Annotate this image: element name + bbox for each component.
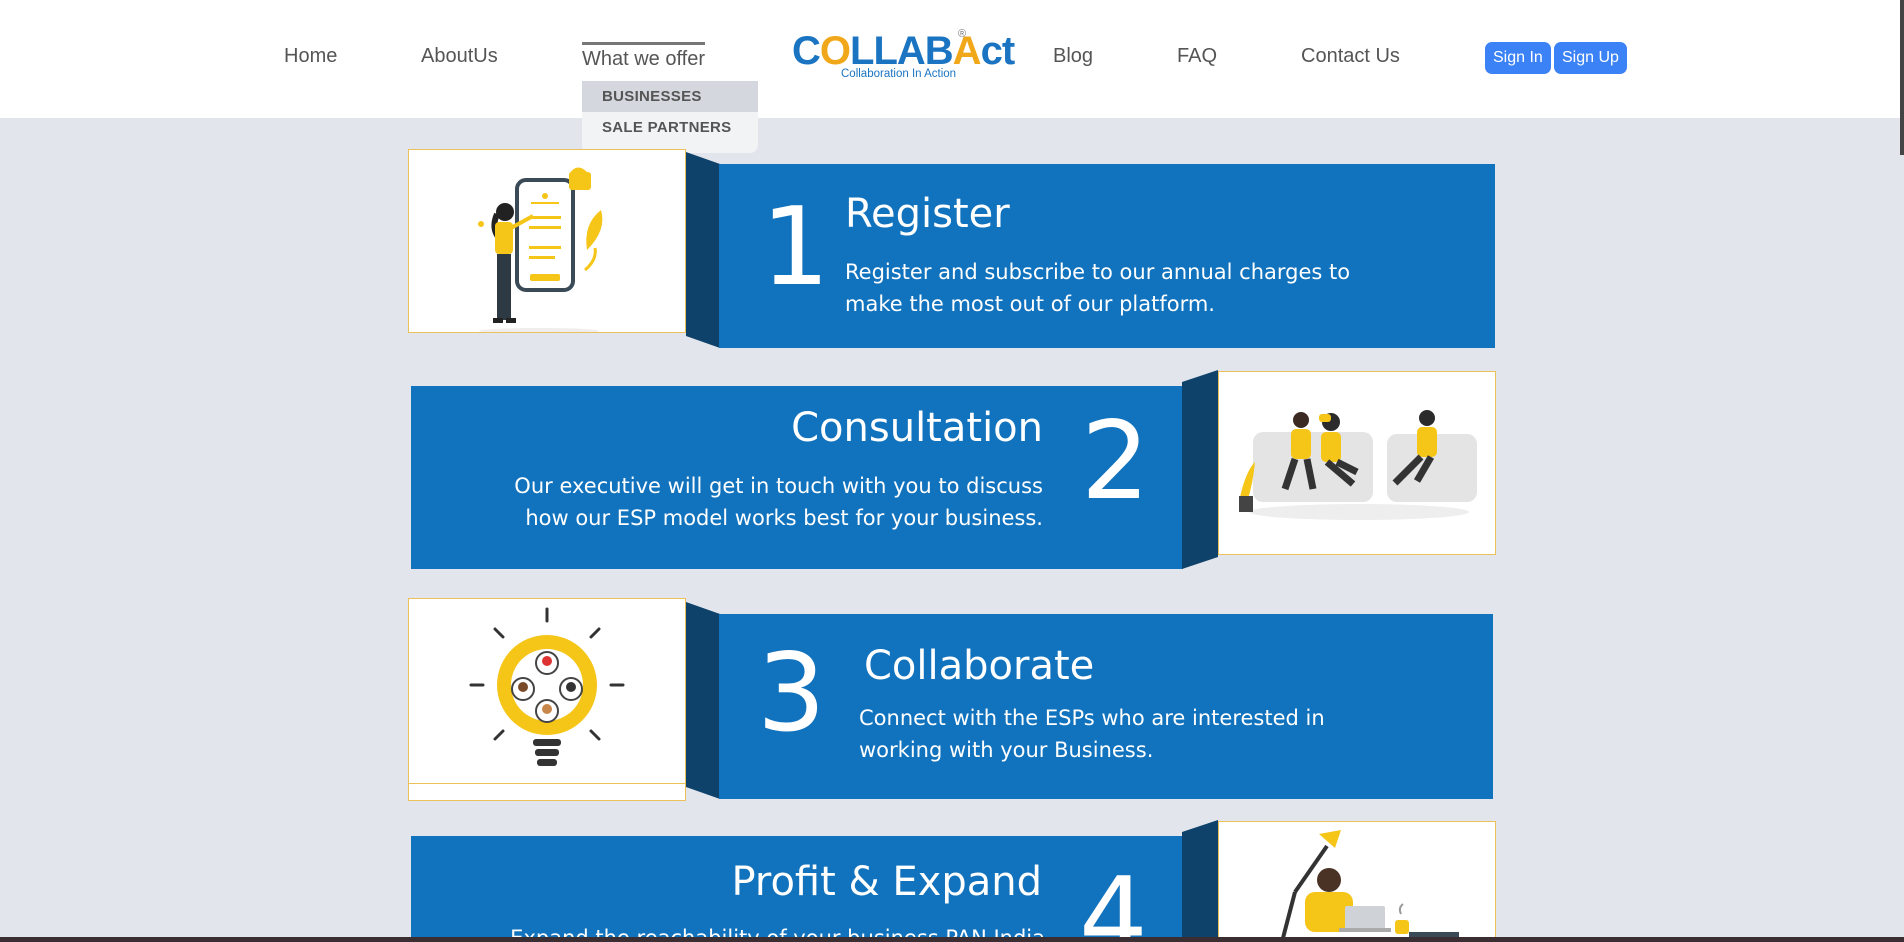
what-we-offer-dropdown: BUSINESSES SALE PARTNERS bbox=[582, 81, 758, 153]
sign-in-button[interactable]: Sign In bbox=[1485, 42, 1551, 74]
step2-band: Consultation Our executive will get in t… bbox=[411, 386, 1183, 569]
nav-about-us[interactable]: AboutUs bbox=[421, 45, 498, 68]
lightbulb-team-icon bbox=[469, 607, 625, 766]
step3-band: 3 Collaborate Connect with the ESPs who … bbox=[719, 614, 1493, 799]
step1-number: 1 bbox=[761, 185, 830, 310]
collaborate-illustration bbox=[408, 598, 686, 801]
step2-number: 2 bbox=[1081, 399, 1150, 524]
step4-number: 4 bbox=[1079, 855, 1148, 938]
register-illustration bbox=[408, 149, 686, 333]
logo-tagline: Collaboration In Action bbox=[841, 68, 957, 80]
sign-up-button[interactable]: Sign Up bbox=[1554, 42, 1627, 74]
dropdown-item-sale-partners[interactable]: SALE PARTNERS bbox=[582, 112, 758, 143]
step3-desc-line1: Connect with the ESPs who are interested… bbox=[859, 706, 1325, 730]
step3-desc-line2: working with your Business. bbox=[859, 738, 1154, 762]
step2-title: Consultation bbox=[791, 405, 1043, 451]
nav-contact-us[interactable]: Contact Us bbox=[1301, 45, 1400, 68]
people-meeting-illustration bbox=[1239, 410, 1477, 520]
step1-title: Register bbox=[845, 191, 1010, 237]
step1-band: 1 Register Register and subscribe to our… bbox=[719, 164, 1495, 348]
step3-description: Connect with the ESPs who are interested… bbox=[859, 702, 1459, 766]
step2-desc-line2: how our ESP model works best for your bu… bbox=[525, 506, 1043, 530]
step4-description: Expand the reachability of your business… bbox=[411, 922, 1045, 937]
step2-fold bbox=[1182, 370, 1218, 569]
nav-home[interactable]: Home bbox=[284, 45, 337, 68]
site-header: Home AboutUs What we offer COLLABAct Col… bbox=[0, 0, 1904, 118]
phone-woman-illustration bbox=[478, 167, 603, 332]
consultation-illustration bbox=[1218, 371, 1496, 555]
step1-description: Register and subscribe to our annual cha… bbox=[845, 256, 1465, 320]
step1-desc-line1: Register and subscribe to our annual cha… bbox=[845, 260, 1351, 284]
step4-fold bbox=[1182, 820, 1218, 937]
step4-title: Profit & Expand bbox=[731, 859, 1042, 905]
step4-band: Profit & Expand Expand the reachability … bbox=[411, 836, 1183, 937]
dropdown-item-businesses[interactable]: BUSINESSES bbox=[582, 81, 758, 112]
nav-active-indicator bbox=[582, 42, 705, 45]
step3-title: Collaborate bbox=[864, 643, 1095, 689]
step3-number: 3 bbox=[757, 631, 826, 756]
scrollbar-thumb[interactable] bbox=[1900, 0, 1904, 155]
profit-illustration bbox=[1218, 821, 1496, 937]
card-divider bbox=[409, 783, 685, 784]
man-laptop-illustration bbox=[1281, 830, 1459, 937]
nav-faq[interactable]: FAQ bbox=[1177, 45, 1217, 68]
step2-description: Our executive will get in touch with you… bbox=[423, 470, 1043, 534]
step3-fold bbox=[686, 602, 720, 799]
nav-what-we-offer[interactable]: What we offer bbox=[582, 48, 705, 71]
nav-blog[interactable]: Blog bbox=[1053, 45, 1093, 68]
window-bottom-edge bbox=[0, 937, 1904, 942]
step1-fold bbox=[686, 152, 720, 348]
registered-mark: ® bbox=[958, 28, 967, 40]
collabact-logo[interactable]: COLLABAct Collaboration In Action ® bbox=[792, 28, 1015, 86]
step1-desc-line2: make the most out of our platform. bbox=[845, 292, 1215, 316]
step2-desc-line1: Our executive will get in touch with you… bbox=[514, 474, 1043, 498]
